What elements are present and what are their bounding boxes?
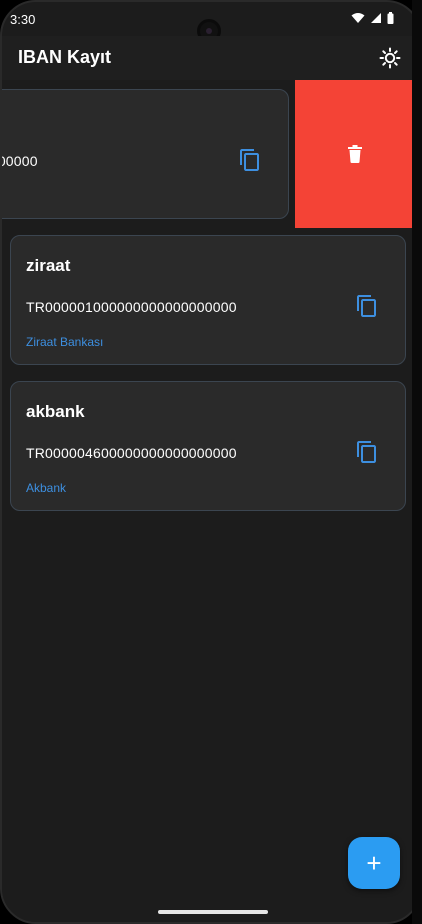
card-iban: 000000000000000000 xyxy=(0,153,38,169)
sun-icon xyxy=(379,47,401,69)
iban-card[interactable]: akbank TR000004600000000000000000 Akbank xyxy=(10,381,406,511)
status-icons xyxy=(351,12,394,24)
card-bank: Akbank xyxy=(26,481,67,495)
card-iban: TR000001000000000000000000 xyxy=(26,299,237,315)
home-indicator[interactable] xyxy=(158,910,268,914)
wifi-icon xyxy=(351,13,365,23)
signal-icon xyxy=(371,13,381,23)
phone-screen: 3:30 IBAN Kayıt 00000 ziraat TR000001000… xyxy=(0,0,422,924)
trash-icon xyxy=(347,145,362,163)
copy-icon[interactable] xyxy=(355,440,379,464)
device-edge xyxy=(412,0,422,924)
battery-icon xyxy=(387,12,394,24)
copy-icon[interactable] xyxy=(355,294,379,318)
card-title: akbank xyxy=(26,402,85,421)
card-bank: Ziraat Bankası xyxy=(26,335,104,349)
plus-icon: + xyxy=(366,848,382,878)
page-title: IBAN Kayıt xyxy=(18,47,112,67)
iban-list: 000000000000000000 a ziraat TR0000010000… xyxy=(0,80,414,922)
status-time: 3:30 xyxy=(10,12,36,27)
app-bar: IBAN Kayıt xyxy=(2,36,414,80)
add-iban-button[interactable]: + xyxy=(348,837,400,889)
card-iban: TR000004600000000000000000 xyxy=(26,445,237,461)
iban-card[interactable]: ziraat TR000001000000000000000000 Ziraat… xyxy=(10,235,406,365)
copy-icon[interactable] xyxy=(238,148,262,172)
theme-toggle-button[interactable] xyxy=(376,44,404,72)
iban-card[interactable]: 000000000000000000 a xyxy=(0,89,289,219)
card-title: ziraat xyxy=(26,256,71,275)
status-bar: 3:30 xyxy=(2,2,414,43)
swipe-delete-action[interactable] xyxy=(295,80,414,228)
